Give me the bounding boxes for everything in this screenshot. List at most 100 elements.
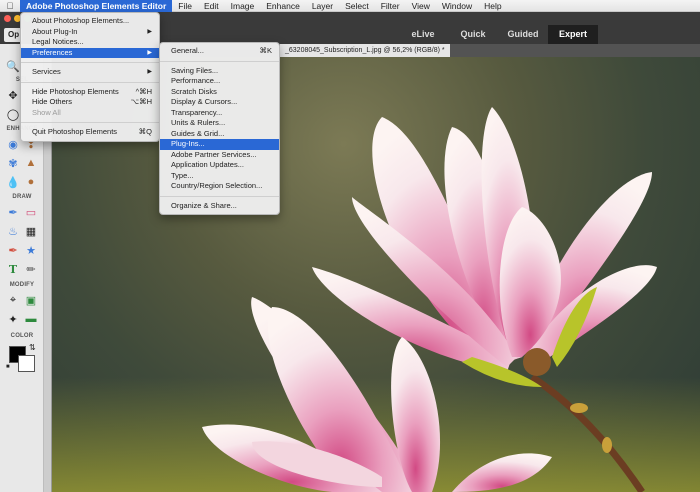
menu-item-label: Performance... [171,76,221,85]
preferences-item-organize-share[interactable]: Organize & Share... [160,201,279,212]
section-color-label: COLOR [10,333,34,339]
menubar-item-layer[interactable]: Layer [306,0,339,12]
sponge-tool-icon[interactable]: ● [23,174,39,190]
menu-item-label: General... [171,46,204,55]
smart-brush-tool-icon[interactable]: ✾ [5,155,21,171]
app-menu-item-about-photoshop-elements[interactable]: About Photoshop Elements... [21,16,159,27]
app-menu-item-legal-notices[interactable]: Legal Notices... [21,37,159,48]
brush-tool-icon[interactable]: ✒ [5,204,21,220]
app-menu-item-hide-photoshop-elements[interactable]: Hide Photoshop Elements ^⌘H [21,87,159,98]
preferences-item-general[interactable]: General... ⌘K [160,46,279,57]
menu-separator [160,60,279,62]
menu-item-label: Show All [32,107,61,117]
zoom-tool-icon[interactable]: 🔍 [5,58,21,74]
menubar-item-select[interactable]: Select [339,0,375,12]
app-menu-item-services[interactable]: Services ▶ [21,67,159,78]
background-color-swatch[interactable] [18,355,35,372]
move-tool-icon[interactable]: ✥ [5,87,21,103]
apple-icon[interactable]:  [0,1,20,11]
preferences-item-plug-ins[interactable]: Plug-Ins... [160,139,279,150]
color-picker-tool-icon[interactable]: ✒ [5,242,21,258]
crop-tool-icon[interactable]: ⌖ [5,292,21,308]
preferences-item-saving-files[interactable]: Saving Files... [160,66,279,77]
menu-item-shortcut: ^⌘H [135,86,152,96]
default-colors-icon[interactable]: ■ [6,364,10,370]
menubar-item-adobe-photoshop-elements-editor[interactable]: Adobe Photoshop Elements Editor [20,0,173,12]
swap-colors-icon[interactable]: ⇅ [29,343,36,352]
preferences-submenu: General... ⌘K Saving Files... Performance..… [159,42,280,215]
menu-item-label: Saving Files... [171,65,219,75]
preferences-item-performance[interactable]: Performance... [160,76,279,87]
lasso-tool-icon[interactable]: ◯ [5,106,21,122]
mode-tab-expert[interactable]: Expert [548,25,598,44]
menu-item-shortcut: ⌘K [259,46,272,55]
app-menu-item-quit-photoshop-elements[interactable]: Quit Photoshop Elements ⌘Q [21,127,159,138]
mode-switcher: eLive Quick Guided Expert [398,25,598,44]
menu-item-shortcut: ⌥⌘H [130,97,152,106]
menu-item-label: Transparency... [171,107,223,117]
app-menu-item-about-plug-in[interactable]: About Plug-In ▶ [21,27,159,38]
eraser-tool-icon[interactable]: ▭ [23,204,39,220]
menu-item-label: Type... [171,170,194,180]
clone-stamp-tool-icon[interactable]: ▲ [23,155,39,171]
menu-item-label: Adobe Partner Services... [171,149,257,159]
custom-shape-tool-icon[interactable]: ★ [23,242,39,258]
submenu-arrow-icon: ▶ [147,69,152,75]
menu-separator [21,122,159,123]
type-tool-icon[interactable]: T [5,261,21,277]
submenu-arrow-icon: ▶ [147,49,152,56]
straighten-tool-icon[interactable]: ▬ [23,311,39,327]
preferences-item-type[interactable]: Type... [160,171,279,182]
menu-item-label: Services [32,67,61,76]
menubar-item-edit[interactable]: Edit [198,0,225,12]
menubar-item-view[interactable]: View [406,0,436,12]
menu-separator [21,81,159,83]
menubar:  Adobe Photoshop Elements EditorFileEdi… [0,0,700,12]
menubar-item-filter[interactable]: Filter [375,0,406,12]
app-menu-item-preferences[interactable]: Preferences ▶ [21,47,159,58]
menu-item-label: Units & Rulers... [171,118,226,127]
menu-item-label: Hide Others [32,97,73,106]
menu-separator [160,195,279,197]
menu-item-label: Organize & Share... [171,200,237,210]
mode-tab-guided[interactable]: Guided [498,25,548,44]
menu-item-label: Hide Photoshop Elements [32,86,119,96]
mode-tab-quick[interactable]: Quick [448,25,498,44]
app-menu-dropdown: About Photoshop Elements... About Plug-In… [20,12,160,142]
menu-item-label: Guides & Grid... [171,128,225,138]
menu-item-label: Quit Photoshop Elements [32,127,118,136]
menubar-item-help[interactable]: Help [478,0,507,12]
content-aware-move-tool-icon[interactable]: ✦ [5,311,21,327]
preferences-item-guides-grid[interactable]: Guides & Grid... [160,129,279,140]
app-menu-item-show-all: Show All [21,108,159,119]
mode-tab-elive[interactable]: eLive [398,25,448,44]
preferences-item-country-region-selection[interactable]: Country/Region Selection... [160,181,279,192]
pencil-tool-icon[interactable]: ✏ [23,261,39,277]
submenu-arrow-icon: ▶ [147,28,152,35]
section-draw-label: DRAW [12,194,32,200]
menubar-item-file[interactable]: File [172,0,198,12]
close-window-button[interactable] [4,15,11,22]
preferences-item-application-updates[interactable]: Application Updates... [160,160,279,171]
eye-tool-icon[interactable]: ◉ [5,136,21,152]
menu-item-label: Scratch Disks [171,86,217,96]
menubar-item-enhance[interactable]: Enhance [260,0,306,12]
menu-separator [21,62,159,63]
preferences-item-display-cursors[interactable]: Display & Cursors... [160,97,279,108]
app-menu-item-hide-others[interactable]: Hide Others ⌥⌘H [21,97,159,108]
menubar-item-image[interactable]: Image [225,0,261,12]
recompose-tool-icon[interactable]: ▣ [23,292,39,308]
paint-bucket-tool-icon[interactable]: ♨ [5,223,21,239]
preferences-item-adobe-partner-services[interactable]: Adobe Partner Services... [160,150,279,161]
preferences-item-scratch-disks[interactable]: Scratch Disks [160,87,279,98]
document-tab[interactable]: _63208045_Subscription_L.jpg @ 56,2% (RG… [280,44,450,57]
menubar-item-window[interactable]: Window [436,0,478,12]
menu-item-label: Plug-Ins... [171,139,205,148]
menu-item-label: About Photoshop Elements... [32,16,130,25]
section-modify-label: MODIFY [9,282,35,288]
preferences-item-units-rulers[interactable]: Units & Rulers... [160,118,279,129]
blur-tool-icon[interactable]: 💧 [5,174,21,190]
gradient-tool-icon[interactable]: ▦ [23,223,39,239]
preferences-item-transparency[interactable]: Transparency... [160,108,279,119]
menu-item-label: Preferences [32,47,73,57]
